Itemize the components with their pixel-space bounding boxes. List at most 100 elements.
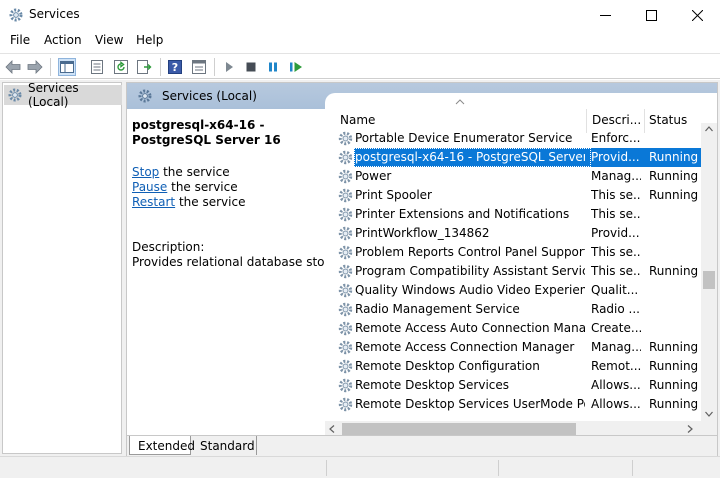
- service-description: Enforc...: [591, 131, 641, 145]
- pause-service-icon[interactable]: [264, 58, 282, 76]
- service-name: Program Compatibility Assistant Service: [355, 264, 585, 278]
- service-gear-icon: [337, 149, 354, 166]
- table-row[interactable]: Remote Access Connection Manager Manag...…: [325, 338, 701, 357]
- service-name: Remote Access Connection Manager: [355, 340, 575, 354]
- table-row[interactable]: Radio Management Service Radio ...: [325, 300, 701, 319]
- table-row[interactable]: Printer Extensions and Notifications This…: [325, 205, 701, 224]
- services-gear-icon: [137, 88, 153, 104]
- console-tree: Services (Local): [2, 81, 122, 454]
- table-row-selected[interactable]: postgresql-x64-16 - PostgreSQL Server 16…: [325, 148, 701, 167]
- service-description: This se...: [591, 188, 641, 202]
- menu-action[interactable]: Action: [44, 33, 82, 47]
- service-name: Portable Device Enumerator Service: [355, 131, 573, 145]
- back-arrow-icon[interactable]: [4, 58, 22, 76]
- tab-extended[interactable]: Extended: [129, 436, 195, 455]
- horizontal-scroll-thumb[interactable]: [342, 423, 576, 435]
- table-row[interactable]: Quality Windows Audio Video Experience Qu…: [325, 281, 701, 300]
- service-status: Running: [649, 264, 699, 278]
- forward-arrow-icon[interactable]: [26, 58, 44, 76]
- service-name: Printer Extensions and Notifications: [355, 207, 570, 221]
- refresh-icon[interactable]: [112, 58, 130, 76]
- tab-standard[interactable]: Standard: [193, 436, 257, 455]
- pane-header-title: Services (Local): [162, 89, 257, 103]
- service-status: Running: [649, 378, 699, 392]
- service-description: Qualit...: [591, 283, 639, 297]
- table-row[interactable]: Problem Reports Control Panel Support Thi…: [325, 243, 701, 262]
- service-name: Remote Desktop Services UserMode Port ..…: [355, 397, 585, 411]
- table-row[interactable]: Power Manag... Running: [325, 167, 701, 186]
- stop-service-icon[interactable]: [242, 58, 260, 76]
- service-gear-icon: [337, 301, 354, 318]
- services-gear-icon: [8, 7, 24, 23]
- table-row[interactable]: Print Spooler This se... Running: [325, 186, 701, 205]
- restart-line: Restart the service: [132, 195, 246, 209]
- service-gear-icon: [337, 282, 354, 299]
- table-row[interactable]: Portable Device Enumerator Service Enforc…: [325, 129, 701, 148]
- scroll-left-icon[interactable]: [329, 425, 335, 433]
- menu-file[interactable]: File: [10, 33, 30, 47]
- pause-service-link[interactable]: Pause: [132, 180, 167, 194]
- service-description: This se...: [591, 207, 641, 221]
- table-row[interactable]: PrintWorkflow_134862 Provid...: [325, 224, 701, 243]
- service-description: This se...: [591, 264, 641, 278]
- main-area: Services (Local) Services (Local) postgr…: [0, 80, 720, 457]
- service-status: Running: [649, 169, 699, 183]
- menu-view[interactable]: View: [95, 33, 123, 47]
- scroll-down-icon[interactable]: [705, 411, 713, 417]
- maximize-button[interactable]: [628, 0, 674, 30]
- service-status: Running: [649, 188, 699, 202]
- minimize-button[interactable]: [582, 0, 628, 30]
- properties-icon[interactable]: [88, 58, 106, 76]
- service-description: Provid...: [591, 150, 640, 164]
- service-gear-icon: [337, 187, 354, 204]
- service-description: Provid...: [591, 226, 640, 240]
- description-label: Description:: [132, 240, 205, 254]
- service-name: Remote Desktop Configuration: [355, 359, 540, 373]
- view-icon[interactable]: [190, 58, 208, 76]
- service-gear-icon: [337, 320, 354, 337]
- selected-service-title: postgresql-x64-16 - PostgreSQL Server 16: [132, 118, 281, 147]
- title-bar: Services: [0, 0, 720, 30]
- service-gear-icon: [337, 263, 354, 280]
- table-row[interactable]: Remote Access Auto Connection Manager Cre…: [325, 319, 701, 338]
- resume-service-icon[interactable]: [287, 58, 305, 76]
- service-gear-icon: [337, 206, 354, 223]
- help-icon[interactable]: ?: [166, 58, 184, 76]
- table-row[interactable]: Remote Desktop Services Allows... Running: [325, 376, 701, 395]
- column-header-description[interactable]: Descri...: [587, 93, 643, 127]
- export-list-icon[interactable]: [136, 58, 154, 76]
- table-row[interactable]: Program Compatibility Assistant Service T…: [325, 262, 701, 281]
- status-bar: [0, 456, 720, 478]
- table-row[interactable]: Remote Desktop Configuration Remot... Runn…: [325, 357, 701, 376]
- show-hide-console-tree-icon[interactable]: [58, 58, 76, 76]
- close-button[interactable]: [674, 0, 720, 30]
- column-header-status[interactable]: Status: [645, 93, 701, 127]
- menu-help[interactable]: Help: [136, 33, 163, 47]
- window-title: Services: [29, 7, 80, 21]
- service-name: Radio Management Service: [355, 302, 520, 316]
- scroll-right-icon[interactable]: [687, 425, 693, 433]
- vertical-scroll-thumb[interactable]: [703, 271, 715, 289]
- service-gear-icon: [337, 339, 354, 356]
- stop-line: Stop the service: [132, 165, 230, 179]
- sort-ascending-icon: [455, 99, 465, 105]
- service-name: Remote Access Auto Connection Manager: [355, 321, 585, 335]
- services-gear-icon: [7, 87, 23, 103]
- service-description: Manag...: [591, 340, 641, 354]
- tree-item-services-local[interactable]: Services (Local): [4, 81, 122, 109]
- vertical-scrollbar[interactable]: [701, 123, 717, 421]
- service-gear-icon: [337, 244, 354, 261]
- table-row[interactable]: Remote Desktop Services UserMode Port ..…: [325, 395, 701, 414]
- service-description: Allows...: [591, 397, 641, 411]
- stop-service-link[interactable]: Stop: [132, 165, 159, 179]
- scroll-up-icon[interactable]: [705, 126, 713, 132]
- svg-text:?: ?: [172, 61, 178, 74]
- start-service-icon[interactable]: [220, 58, 238, 76]
- restart-service-link[interactable]: Restart: [132, 195, 175, 209]
- service-name: Print Spooler: [355, 188, 432, 202]
- service-status: Running: [649, 150, 699, 164]
- service-name: PrintWorkflow_134862: [355, 226, 490, 240]
- column-header-name[interactable]: Name: [325, 93, 579, 127]
- service-description: Allows...: [591, 378, 641, 392]
- service-name: Quality Windows Audio Video Experience: [355, 283, 585, 297]
